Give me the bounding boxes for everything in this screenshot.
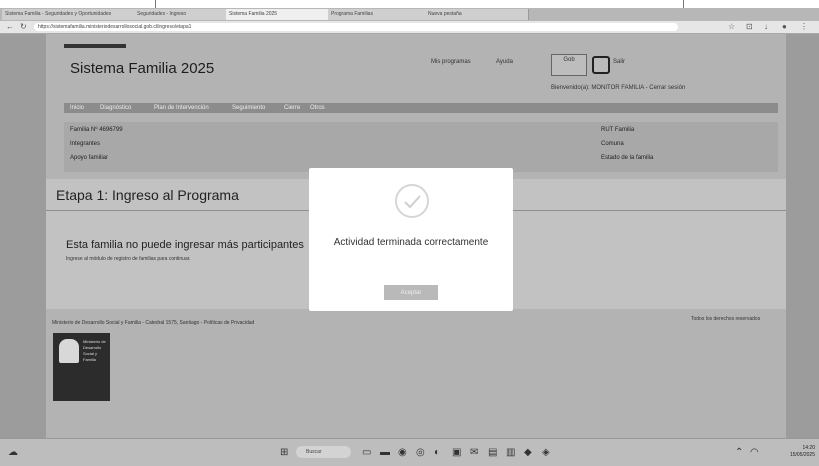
menu-item-otros[interactable]: Otros: [310, 104, 325, 112]
footer-rights: Todos los derechos reservados: [691, 316, 761, 322]
os-taskbar: ☁ ⊞ Buscar ▭ ▬ ◉ ◎ ◐ ▣ ✉ ▤ ▥ ◆ ◈ ⌃ ◠ 14:…: [0, 438, 819, 466]
ministry-emblem: Ministerio de Desarrollo Social y Famili…: [53, 333, 110, 401]
header-link-salir[interactable]: Salir: [613, 59, 625, 65]
emblem-text: Ministerio de Desarrollo Social y Famili…: [83, 339, 106, 362]
modal-title: Actividad terminada correctamente: [333, 237, 489, 248]
browser-tab[interactable]: Programa Familias: [328, 9, 427, 20]
check-icon: [395, 184, 429, 218]
clock-date: 15/05/2025: [789, 452, 815, 458]
browser-icon[interactable]: ◉: [398, 447, 407, 458]
info-left-1: Familia Nº 4696799: [70, 127, 123, 133]
browser-tab-active[interactable]: Sistema Familia 2025: [226, 9, 330, 20]
tray-icon[interactable]: ⌃: [735, 447, 743, 458]
browser-tab[interactable]: Seguridades - Ingreso: [134, 9, 228, 20]
wifi-icon[interactable]: ◠: [750, 447, 759, 458]
frame-tick: [155, 0, 156, 8]
info-left-3: Apoyo familiar: [70, 155, 109, 161]
family-info-box: Familia Nº 4696799 Integrantes Apoyo fam…: [64, 122, 778, 172]
stage-submessage[interactable]: Ingrese al módulo de registro de familia…: [66, 256, 191, 262]
menu-item-seguimiento[interactable]: Seguimiento: [232, 104, 265, 112]
brand-bar: [64, 44, 126, 48]
browser-tab-bar: Sistema Familia - Seguridades y Oportuni…: [0, 8, 819, 21]
download-icon[interactable]: ↓: [764, 22, 768, 32]
taskbar-search[interactable]: Buscar: [296, 446, 351, 458]
app-icon[interactable]: ◆: [524, 447, 532, 458]
menu-item-cierre[interactable]: Cierre: [284, 104, 300, 112]
edge-icon[interactable]: ◐: [434, 447, 440, 458]
gob-logo: Gob: [551, 54, 587, 76]
reload-icon[interactable]: ↻: [20, 22, 27, 32]
browser-address-bar: ← ↻ https://sistemafamilia.ministeriodes…: [0, 21, 819, 34]
stage-message: Esta familia no puede ingresar más parti…: [66, 239, 304, 251]
header-link-programas[interactable]: Mis programas: [431, 59, 471, 65]
info-right-3: Estado de la familia: [601, 155, 654, 161]
browser-tab[interactable]: Sistema Familia - Seguridades y Oportuni…: [2, 9, 136, 20]
main-menu: Inicio Diagnóstico Plan de Intervención …: [64, 103, 778, 113]
taskbar-clock[interactable]: 14:20 15/05/2025: [765, 445, 815, 459]
browser-tab[interactable]: Nueva pestaña: [425, 9, 529, 20]
extensions-icon[interactable]: ⊡: [746, 22, 753, 32]
info-right-1: RUT Familia: [601, 127, 635, 133]
start-icon[interactable]: ⊞: [280, 447, 288, 458]
success-modal: Actividad terminada correctamente Acepta…: [309, 168, 513, 311]
word-icon[interactable]: ▤: [488, 447, 497, 458]
menu-icon[interactable]: ⋮: [800, 22, 808, 32]
mail-icon[interactable]: ✉: [470, 447, 478, 458]
chrome-icon[interactable]: ◎: [416, 447, 425, 458]
profile-icon[interactable]: ●: [782, 22, 787, 32]
menu-item-diagnostico[interactable]: Diagnóstico: [100, 104, 131, 112]
accept-button[interactable]: Aceptar: [384, 285, 438, 300]
weather-icon[interactable]: ☁: [8, 447, 18, 458]
menu-item-plan[interactable]: Plan de Intervención: [154, 104, 209, 112]
footer-links[interactable]: Ministerio de Desarrollo Social y Famili…: [52, 320, 254, 326]
back-icon[interactable]: ←: [6, 22, 14, 32]
header-link-ayuda[interactable]: Ayuda: [496, 59, 513, 65]
crest-icon: [59, 339, 79, 363]
explorer-icon[interactable]: ▬: [380, 447, 390, 458]
frame-tick: [683, 0, 684, 8]
star-icon[interactable]: ☆: [728, 22, 735, 32]
clock-time: 14:20: [802, 445, 815, 451]
institution-logo: [592, 56, 610, 74]
taskview-icon[interactable]: ▭: [362, 447, 371, 458]
app2-icon[interactable]: ◈: [542, 447, 550, 458]
url-field[interactable]: https://sistemafamilia.ministeriodesarro…: [34, 23, 678, 31]
info-left-2: Integrantes: [70, 141, 101, 147]
stage-title: Etapa 1: Ingreso al Programa: [56, 187, 239, 203]
info-right-2: Comuna: [601, 141, 624, 147]
site-title: Sistema Familia 2025: [70, 60, 215, 77]
user-session-line: Bienvenido(a): MONITOR FAMILIA - Cerrar …: [551, 85, 686, 91]
excel-icon[interactable]: ▥: [506, 447, 515, 458]
store-icon[interactable]: ▣: [452, 447, 461, 458]
menu-item-inicio[interactable]: Inicio: [70, 104, 84, 112]
